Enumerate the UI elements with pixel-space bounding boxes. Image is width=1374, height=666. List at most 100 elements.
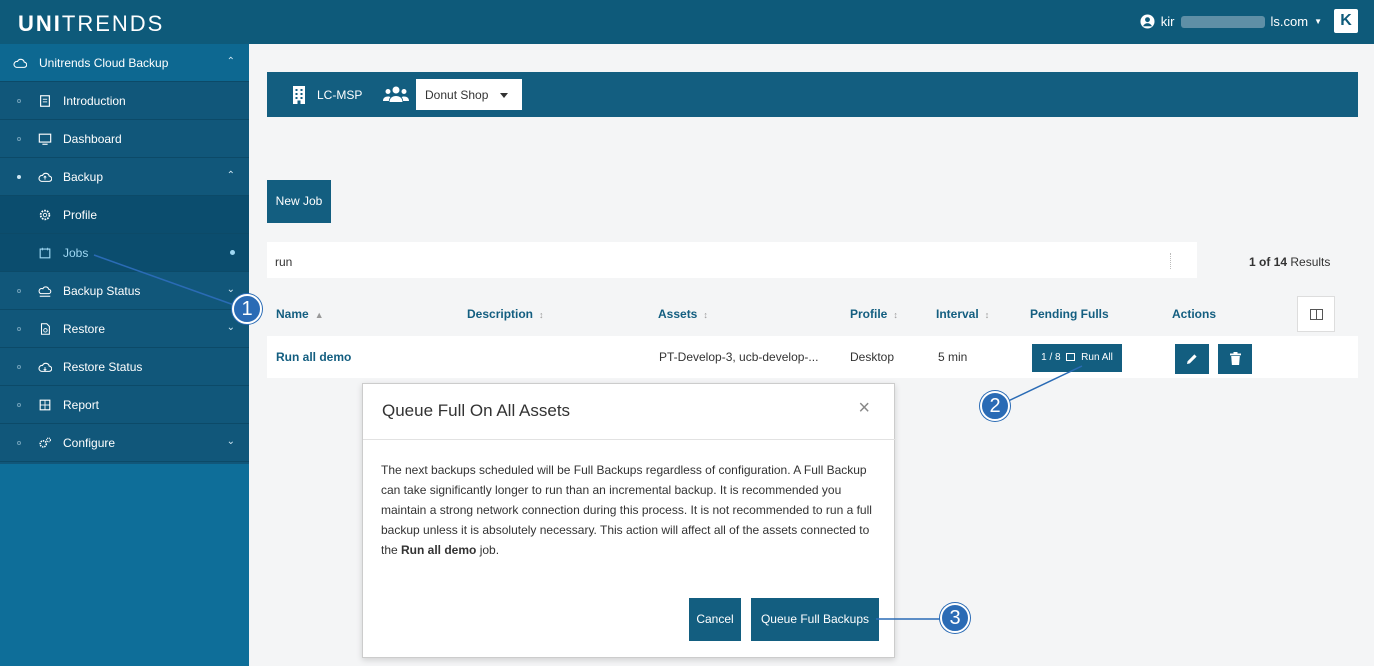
user-icon: [1140, 14, 1155, 29]
close-icon[interactable]: ×: [858, 397, 870, 420]
sort-icon: ↕: [539, 310, 544, 320]
jobs-table: Name ▲ Description ↕ Assets ↕ Profile ↕ Inte…: [267, 296, 1358, 378]
group-dropdown[interactable]: Donut Shop: [416, 79, 522, 110]
chevron-up-icon: ⌃: [226, 56, 235, 67]
chevron-down-icon: ⌄: [226, 284, 235, 295]
bullet-icon: [17, 441, 21, 445]
sidebar-item-label: Report: [63, 398, 100, 412]
callout-2: 2: [980, 391, 1010, 421]
table-icon: [39, 399, 51, 411]
column-header-profile[interactable]: Profile ↕: [850, 307, 898, 321]
sidebar-item-label: Backup: [63, 170, 104, 184]
cloud-restore-icon: [38, 362, 52, 372]
job-profile: Desktop: [850, 350, 895, 364]
run-all-button[interactable]: 1 / 8 Run All: [1032, 344, 1122, 372]
sidebar-item-cloud-backup[interactable]: Unitrends Cloud Backup ⌃: [0, 44, 249, 82]
redacted-email: [1180, 15, 1265, 28]
column-header-pending-fulls: Pending Fulls: [1030, 307, 1109, 321]
chevron-up-icon: ⌃: [226, 170, 235, 181]
delete-job-button[interactable]: [1218, 344, 1252, 374]
column-header-description[interactable]: Description ↕: [467, 307, 544, 321]
user-menu[interactable]: kir ls.com ▼: [1140, 14, 1322, 29]
modal-divider: [363, 439, 896, 440]
chevron-down-icon: ⌄: [226, 436, 235, 447]
bullet-icon: [17, 175, 21, 179]
modal-job-name: Run all demo: [401, 543, 477, 557]
bullet-icon: [17, 403, 21, 407]
cancel-button[interactable]: Cancel: [689, 598, 741, 641]
search-divider: [1170, 253, 1171, 269]
sidebar-item-restore-status[interactable]: Restore Status: [0, 348, 249, 386]
user-email-prefix: kir: [1160, 14, 1175, 29]
edit-job-button[interactable]: [1175, 344, 1209, 374]
gear-icon: [39, 209, 51, 221]
sort-icon: ↕: [984, 310, 990, 320]
callout-3: 3: [940, 603, 970, 633]
sidebar-item-backup[interactable]: Backup ⌃: [0, 158, 249, 196]
table-header: Name ▲ Description ↕ Assets ↕ Profile ↕ Inte…: [267, 296, 1358, 334]
run-all-label: Run All: [1081, 352, 1113, 363]
sidebar-item-label: Configure: [63, 436, 116, 450]
bullet-icon: [17, 137, 21, 141]
sidebar-item-label: Dashboard: [63, 132, 122, 146]
column-header-assets[interactable]: Assets ↕: [658, 307, 708, 321]
modal-title: Queue Full On All Assets: [382, 401, 571, 420]
backup-status-icon: [38, 286, 52, 297]
sidebar-item-jobs[interactable]: Jobs: [0, 234, 249, 272]
chevron-down-icon: ⌄: [226, 322, 235, 333]
results-count: 1 of 14 Results: [1197, 242, 1358, 278]
chevron-down-icon: ▼: [1314, 17, 1322, 26]
calendar-icon: [39, 247, 51, 259]
job-assets: PT-Develop-3, ucb-develop-...: [659, 350, 819, 364]
user-email-suffix: ls.com: [1270, 14, 1309, 29]
document-icon: [40, 95, 50, 107]
building-icon: [293, 86, 305, 104]
sidebar-item-restore[interactable]: Restore ⌄: [0, 310, 249, 348]
users-icon: [383, 86, 409, 102]
pending-count: 1 / 8: [1041, 352, 1061, 363]
active-indicator: [230, 250, 235, 255]
modal-body: The next backups scheduled will be Full …: [381, 463, 872, 557]
sidebar-item-label: Profile: [63, 208, 98, 222]
job-interval: 5 min: [938, 350, 968, 364]
column-toggle-button[interactable]: [1297, 296, 1335, 332]
column-header-name[interactable]: Name ▲: [276, 307, 324, 321]
trash-icon: [1229, 352, 1241, 365]
cloud-upload-icon: [38, 172, 52, 182]
context-bar: LC-MSP Donut Shop: [267, 72, 1358, 117]
job-name-link[interactable]: Run all demo: [276, 350, 351, 364]
results-label: Results: [1287, 255, 1331, 269]
bullet-icon: [17, 365, 21, 369]
top-bar: UNITRENDS kir ls.com ▼ K: [0, 0, 1374, 44]
bullet-icon: [17, 327, 21, 331]
file-restore-icon: [40, 323, 50, 335]
caret-down-icon: [500, 93, 508, 98]
sidebar: Unitrends Cloud Backup ⌃ Introduction Da…: [0, 44, 249, 666]
sidebar-item-dashboard[interactable]: Dashboard: [0, 120, 249, 158]
sidebar-item-label: Unitrends Cloud Backup: [39, 56, 169, 70]
calendar-icon: [1066, 353, 1076, 361]
queue-full-backups-button[interactable]: Queue Full Backups: [751, 598, 879, 641]
sidebar-item-introduction[interactable]: Introduction: [0, 82, 249, 120]
column-header-actions: Actions: [1172, 307, 1217, 321]
sidebar-item-configure[interactable]: Configure ⌄: [0, 424, 249, 462]
bullet-icon: [17, 99, 21, 103]
new-job-button[interactable]: New Job: [267, 180, 331, 223]
sort-icon: ↕: [703, 310, 708, 320]
sidebar-item-label: Restore Status: [63, 360, 143, 374]
sidebar-item-profile[interactable]: Profile: [0, 196, 249, 234]
organization-name: LC-MSP: [317, 88, 363, 102]
column-header-interval[interactable]: Interval ↕: [936, 307, 989, 321]
gears-icon: [39, 437, 51, 448]
app-logo[interactable]: K: [1334, 9, 1358, 33]
callout-1: 1: [232, 294, 262, 324]
sidebar-item-backup-status[interactable]: Backup Status ⌄: [0, 272, 249, 310]
monitor-icon: [38, 133, 52, 145]
bullet-icon: [17, 289, 21, 293]
sort-icon: ↕: [893, 310, 898, 320]
sidebar-empty-area: [0, 464, 249, 666]
sidebar-item-label: Introduction: [63, 94, 126, 108]
search-input[interactable]: run: [267, 242, 1197, 278]
brand-logo: UNITRENDS: [18, 11, 165, 36]
sidebar-item-report[interactable]: Report: [0, 386, 249, 424]
